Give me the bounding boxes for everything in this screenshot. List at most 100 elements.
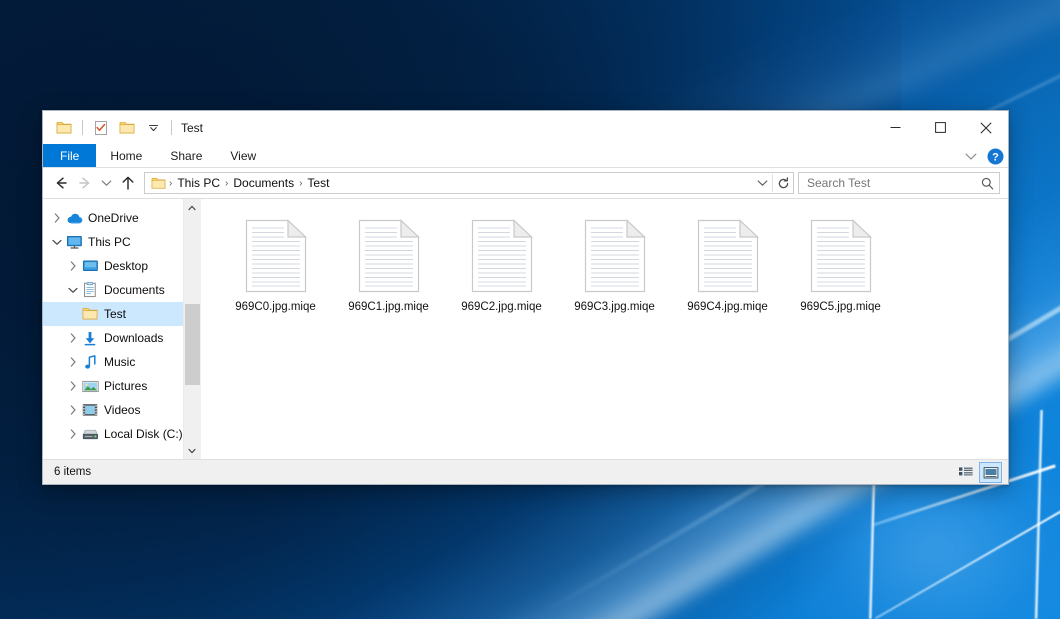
- generic-document-icon: [577, 215, 653, 297]
- file-item[interactable]: 969C3.jpg.miqe: [558, 211, 671, 329]
- file-item[interactable]: 969C5.jpg.miqe: [784, 211, 897, 329]
- file-name-label: 969C5.jpg.miqe: [800, 301, 881, 313]
- search-box[interactable]: [798, 172, 1000, 194]
- breadcrumb: › This PC › Documents › Test: [145, 176, 752, 190]
- address-bar[interactable]: › This PC › Documents › Test: [144, 172, 794, 194]
- item-count-label: 6 items: [54, 466, 91, 478]
- recent-locations-button[interactable]: [97, 171, 116, 195]
- sidebar-item-onedrive[interactable]: OneDrive: [43, 206, 183, 230]
- sidebar-item-test[interactable]: Test: [43, 302, 183, 326]
- generic-document-icon: [690, 215, 766, 297]
- chevron-right-icon[interactable]: [65, 354, 81, 370]
- help-icon[interactable]: ?: [987, 148, 1004, 165]
- search-input[interactable]: [807, 176, 981, 190]
- sidebar-item-pictures[interactable]: Pictures: [43, 374, 183, 398]
- folder-icon[interactable]: [150, 177, 168, 190]
- download-icon: [81, 330, 99, 346]
- new-folder-icon[interactable]: [116, 117, 138, 139]
- svg-text:?: ?: [992, 151, 999, 163]
- forward-button[interactable]: [73, 171, 97, 195]
- breadcrumb-item-test[interactable]: Test: [303, 176, 333, 190]
- minimize-button[interactable]: [873, 111, 918, 144]
- file-name-label: 969C1.jpg.miqe: [348, 301, 429, 313]
- window-controls: [873, 111, 1008, 144]
- sidebar-item-label: OneDrive: [88, 211, 139, 225]
- window-body: OneDrive: [43, 198, 1008, 459]
- file-name-label: 969C2.jpg.miqe: [461, 301, 542, 313]
- chevron-down-icon[interactable]: [65, 282, 81, 298]
- file-item[interactable]: 969C1.jpg.miqe: [332, 211, 445, 329]
- tab-home[interactable]: Home: [96, 144, 156, 167]
- sidebar-item-music[interactable]: Music: [43, 350, 183, 374]
- maximize-button[interactable]: [918, 111, 963, 144]
- navigation-pane: OneDrive: [43, 199, 201, 459]
- generic-document-icon: [803, 215, 879, 297]
- status-bar: 6 items: [43, 459, 1008, 484]
- scroll-up-button[interactable]: [184, 199, 201, 216]
- sidebar-item-label: Test: [104, 307, 126, 321]
- desktop-icon: [81, 258, 99, 274]
- details-view-button[interactable]: [954, 462, 977, 483]
- address-bar-actions: [752, 173, 793, 193]
- window-title: Test: [181, 121, 203, 135]
- view-toggle-group: [954, 460, 1002, 485]
- file-name-label: 969C0.jpg.miqe: [235, 301, 316, 313]
- title-bar: Test: [43, 111, 1008, 144]
- pictures-icon: [81, 378, 99, 394]
- tab-file[interactable]: File: [43, 144, 96, 167]
- file-item[interactable]: 969C2.jpg.miqe: [445, 211, 558, 329]
- sidebar-item-this-pc[interactable]: This PC: [43, 230, 183, 254]
- navigation-scrollbar[interactable]: [183, 199, 200, 459]
- tab-share[interactable]: Share: [156, 144, 216, 167]
- monitor-icon: [65, 234, 83, 250]
- chevron-right-icon[interactable]: [65, 258, 81, 274]
- ribbon-tab-bar: File Home Share View ?: [43, 144, 1008, 168]
- sidebar-item-videos[interactable]: Videos: [43, 398, 183, 422]
- chevron-down-icon[interactable]: [752, 173, 772, 193]
- sidebar-item-label: Videos: [104, 403, 140, 417]
- quick-access-toolbar: Test: [43, 117, 203, 139]
- sidebar-item-label: Documents: [104, 283, 165, 297]
- file-name-label: 969C4.jpg.miqe: [687, 301, 768, 313]
- chevron-down-icon[interactable]: [142, 117, 164, 139]
- file-explorer-window: Test File Home Share View: [42, 110, 1009, 485]
- chevron-right-icon[interactable]: [65, 402, 81, 418]
- toolbar-separator-1: [82, 120, 83, 135]
- properties-icon[interactable]: [90, 117, 112, 139]
- chevron-right-icon[interactable]: [65, 426, 81, 442]
- sidebar-item-desktop[interactable]: Desktop: [43, 254, 183, 278]
- generic-document-icon: [238, 215, 314, 297]
- music-icon: [81, 354, 99, 370]
- chevron-right-icon[interactable]: [49, 210, 65, 226]
- breadcrumb-item-documents[interactable]: Documents: [229, 176, 298, 190]
- chevron-down-icon[interactable]: [962, 147, 980, 165]
- sidebar-item-label: Pictures: [104, 379, 147, 393]
- folder-icon[interactable]: [53, 117, 75, 139]
- file-item[interactable]: 969C4.jpg.miqe: [671, 211, 784, 329]
- breadcrumb-item-this-pc[interactable]: This PC: [173, 176, 224, 190]
- sidebar-item-label: This PC: [88, 235, 131, 249]
- search-icon[interactable]: [981, 177, 994, 190]
- sidebar-item-documents[interactable]: Documents: [43, 278, 183, 302]
- ribbon-actions: ?: [962, 144, 1004, 168]
- back-button[interactable]: [49, 171, 73, 195]
- toolbar-separator-2: [171, 120, 172, 135]
- generic-document-icon: [351, 215, 427, 297]
- scrollbar-thumb[interactable]: [185, 304, 200, 385]
- chevron-right-icon[interactable]: [65, 330, 81, 346]
- chevron-right-icon[interactable]: [65, 378, 81, 394]
- scrollbar-track[interactable]: [184, 216, 201, 442]
- sidebar-item-label: Music: [104, 355, 135, 369]
- up-button[interactable]: [116, 171, 140, 195]
- videos-icon: [81, 402, 99, 418]
- sidebar-item-local-disk-c[interactable]: Local Disk (C:): [43, 422, 183, 446]
- chevron-down-icon[interactable]: [49, 234, 65, 250]
- close-button[interactable]: [963, 111, 1008, 144]
- file-item[interactable]: 969C0.jpg.miqe: [219, 211, 332, 329]
- file-list-view[interactable]: 969C0.jpg.miqe 969C1.jpg.miqe 969C2.: [201, 199, 1008, 459]
- scroll-down-button[interactable]: [184, 442, 201, 459]
- refresh-icon[interactable]: [773, 173, 793, 193]
- tab-view[interactable]: View: [216, 144, 270, 167]
- sidebar-item-downloads[interactable]: Downloads: [43, 326, 183, 350]
- large-icons-view-button[interactable]: [979, 462, 1002, 483]
